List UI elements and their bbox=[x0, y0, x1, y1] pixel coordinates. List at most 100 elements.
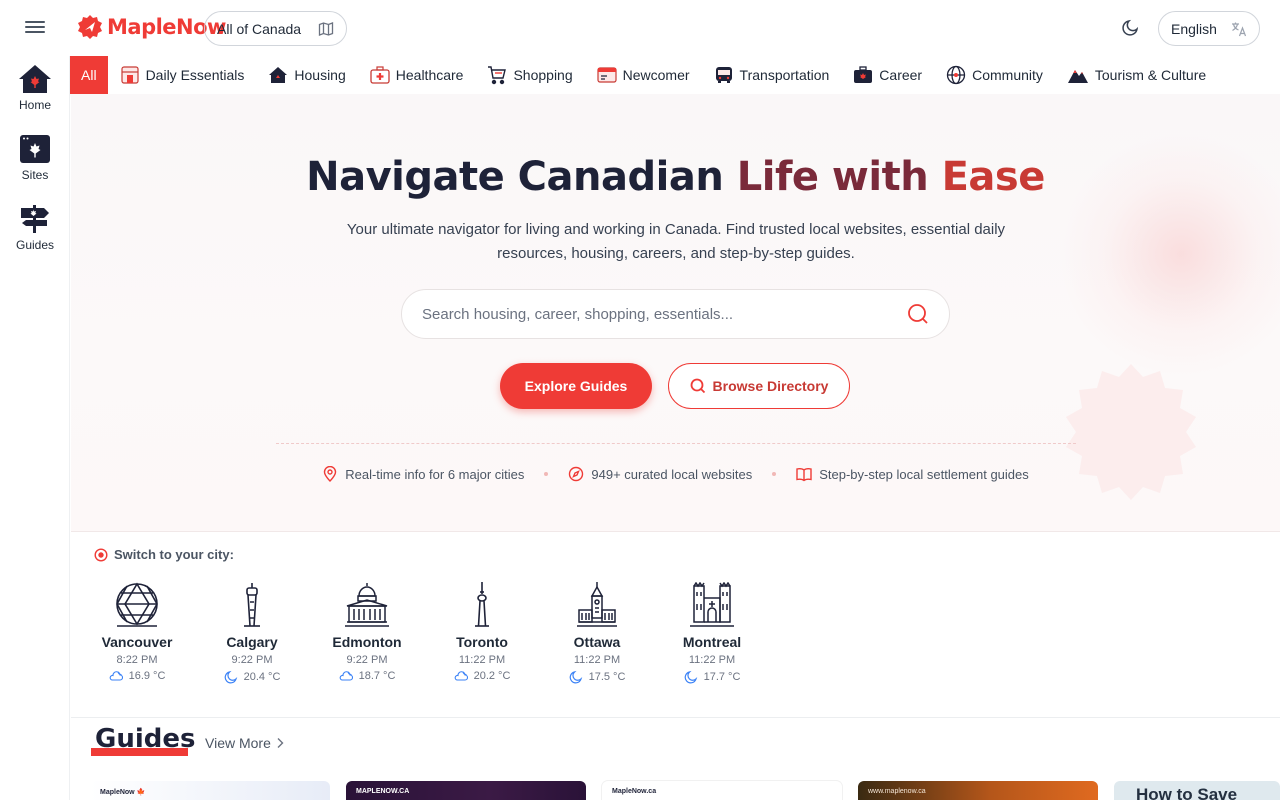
separator-dot bbox=[772, 472, 777, 476]
dark-mode-toggle[interactable] bbox=[1122, 18, 1142, 38]
guide-card[interactable]: www.maplenow.ca bbox=[858, 781, 1098, 800]
category-label: Housing bbox=[294, 67, 346, 83]
language-label: English bbox=[1171, 20, 1217, 37]
city-card-ottawa[interactable]: Ottawa 11:22 PM 17.5 °C bbox=[547, 582, 647, 684]
maple-badge-icon bbox=[78, 15, 102, 39]
city-switcher-heading: Switch to your city: bbox=[94, 547, 234, 562]
city-time: 9:22 PM bbox=[346, 654, 388, 666]
feature-text: Step-by-step local settlement guides bbox=[819, 466, 1029, 482]
sidebar-item-home[interactable]: Home bbox=[0, 64, 70, 112]
category-transportation[interactable]: Transportation bbox=[702, 56, 842, 94]
city-card-montreal[interactable]: Montreal 11:22 PM 17.7 °C bbox=[662, 582, 762, 684]
city-temperature: 18.7 °C bbox=[358, 670, 396, 682]
view-more-link[interactable]: View More bbox=[205, 735, 285, 751]
medical-kit-icon bbox=[370, 66, 390, 84]
city-card-toronto[interactable]: Toronto 11:22 PM 20.2 °C bbox=[432, 582, 532, 682]
category-healthcare[interactable]: Healthcare bbox=[358, 56, 476, 94]
sidebar-item-guides[interactable]: Guides bbox=[0, 204, 70, 252]
guide-card[interactable]: MapleNow 🍁 bbox=[90, 781, 330, 800]
city-card-edmonton[interactable]: Edmonton 9:22 PM 18.7 °C bbox=[317, 582, 417, 682]
category-tourism-culture[interactable]: Tourism & Culture bbox=[1055, 56, 1218, 94]
city-weather: 17.7 °C bbox=[684, 670, 740, 684]
category-daily-essentials[interactable]: Daily Essentials bbox=[108, 56, 257, 94]
hero-subtitle: Your ultimate navigator for living and w… bbox=[346, 221, 1006, 262]
city-name: Calgary bbox=[226, 634, 278, 650]
city-card-vancouver[interactable]: Vancouver 8:22 PM 16.9 °C bbox=[87, 582, 187, 682]
search-icon bbox=[690, 378, 705, 394]
sidebar-item-label: Sites bbox=[21, 168, 49, 182]
target-icon bbox=[94, 547, 108, 562]
city-weather: 16.9 °C bbox=[109, 670, 166, 682]
city-time: 11:22 PM bbox=[458, 654, 506, 666]
city-weather: 20.2 °C bbox=[454, 670, 511, 682]
explore-guides-button[interactable]: Explore Guides bbox=[500, 363, 652, 409]
parliament-tower-icon bbox=[577, 582, 617, 627]
city-switcher: Switch to your city: Vancouver 8:22 PM 1… bbox=[71, 532, 1280, 718]
region-label: All of Canada bbox=[217, 20, 302, 37]
hero-features: Real-time info for 6 major cities 949+ c… bbox=[71, 466, 1280, 482]
language-selector[interactable]: English bbox=[1158, 11, 1260, 46]
map-icon bbox=[318, 21, 334, 36]
cn-tower-icon bbox=[475, 582, 489, 627]
city-temperature: 16.9 °C bbox=[128, 670, 166, 682]
city-time: 8:22 PM bbox=[116, 654, 158, 666]
compass-icon bbox=[569, 466, 584, 482]
category-career[interactable]: Career bbox=[841, 56, 934, 94]
globe-icon bbox=[946, 65, 966, 85]
city-temperature: 20.2 °C bbox=[473, 670, 511, 682]
cloudy-night-icon bbox=[454, 671, 468, 681]
city-temperature: 20.4 °C bbox=[243, 671, 281, 683]
feature-text: 949+ curated local websites bbox=[591, 466, 753, 482]
guides-section-title: Guides bbox=[95, 724, 196, 754]
bus-icon bbox=[715, 67, 732, 83]
briefcase-icon bbox=[854, 66, 873, 83]
hero-title: Navigate Canadian Life with Ease bbox=[71, 154, 1280, 200]
category-label: Newcomer bbox=[622, 67, 690, 83]
category-shopping[interactable]: Shopping bbox=[475, 56, 584, 94]
region-selector[interactable]: All of Canada bbox=[204, 11, 347, 46]
feature-text: Real-time info for 6 major cities bbox=[345, 466, 525, 482]
sidebar-item-sites[interactable]: Sites bbox=[0, 134, 70, 182]
category-newcomer[interactable]: Newcomer bbox=[585, 56, 702, 94]
hero-title-part1: Navigate Canadian bbox=[306, 154, 724, 200]
calgary-tower-icon bbox=[244, 583, 260, 627]
category-all[interactable]: All bbox=[70, 56, 108, 94]
hero-section: Navigate Canadian Life with Ease Your ul… bbox=[71, 94, 1280, 532]
menu-icon[interactable] bbox=[25, 18, 45, 38]
moon-icon bbox=[684, 670, 697, 684]
city-name: Toronto bbox=[456, 634, 508, 650]
hero-divider bbox=[276, 443, 1076, 444]
feature-item: Real-time info for 6 major cities bbox=[318, 466, 528, 482]
city-weather: 20.4 °C bbox=[224, 670, 281, 684]
city-time: 9:22 PM bbox=[231, 654, 273, 666]
cloudy-night-icon bbox=[339, 671, 353, 681]
guide-card[interactable]: MapleNow.ca bbox=[602, 781, 842, 800]
category-label: Transportation bbox=[739, 67, 830, 83]
search-input[interactable] bbox=[422, 305, 882, 323]
guide-card[interactable]: How to Save bbox=[1114, 781, 1280, 800]
moon-icon bbox=[224, 670, 237, 684]
city-weather: 17.5 °C bbox=[569, 670, 626, 684]
city-temperature: 17.5 °C bbox=[588, 671, 626, 683]
home-icon bbox=[19, 65, 51, 93]
left-sidebar: Home Sites Guides bbox=[0, 56, 70, 800]
category-label: Healthcare bbox=[395, 67, 464, 83]
category-housing[interactable]: Housing bbox=[256, 56, 357, 94]
chevron-right-icon bbox=[277, 738, 284, 748]
city-card-calgary[interactable]: Calgary 9:22 PM 20.4 °C bbox=[202, 582, 302, 684]
search-icon[interactable] bbox=[907, 303, 929, 325]
top-bar: MapleNow All of Canada English bbox=[0, 0, 1280, 56]
category-community[interactable]: Community bbox=[934, 56, 1055, 94]
city-name: Edmonton bbox=[332, 634, 402, 650]
sites-icon bbox=[20, 135, 50, 163]
guide-card[interactable]: MAPLENOW.CA bbox=[346, 781, 586, 800]
feature-item: 949+ curated local websites bbox=[564, 466, 756, 482]
notre-dame-basilica-icon bbox=[690, 582, 734, 627]
browse-directory-button[interactable]: Browse Directory bbox=[668, 363, 850, 409]
house-icon bbox=[269, 67, 288, 83]
mountain-icon bbox=[1067, 70, 1088, 83]
sidebar-item-label: Home bbox=[18, 98, 51, 112]
science-world-dome-icon bbox=[116, 582, 158, 627]
city-time: 11:22 PM bbox=[573, 654, 621, 666]
guide-card-title: How to Save bbox=[1136, 785, 1238, 800]
